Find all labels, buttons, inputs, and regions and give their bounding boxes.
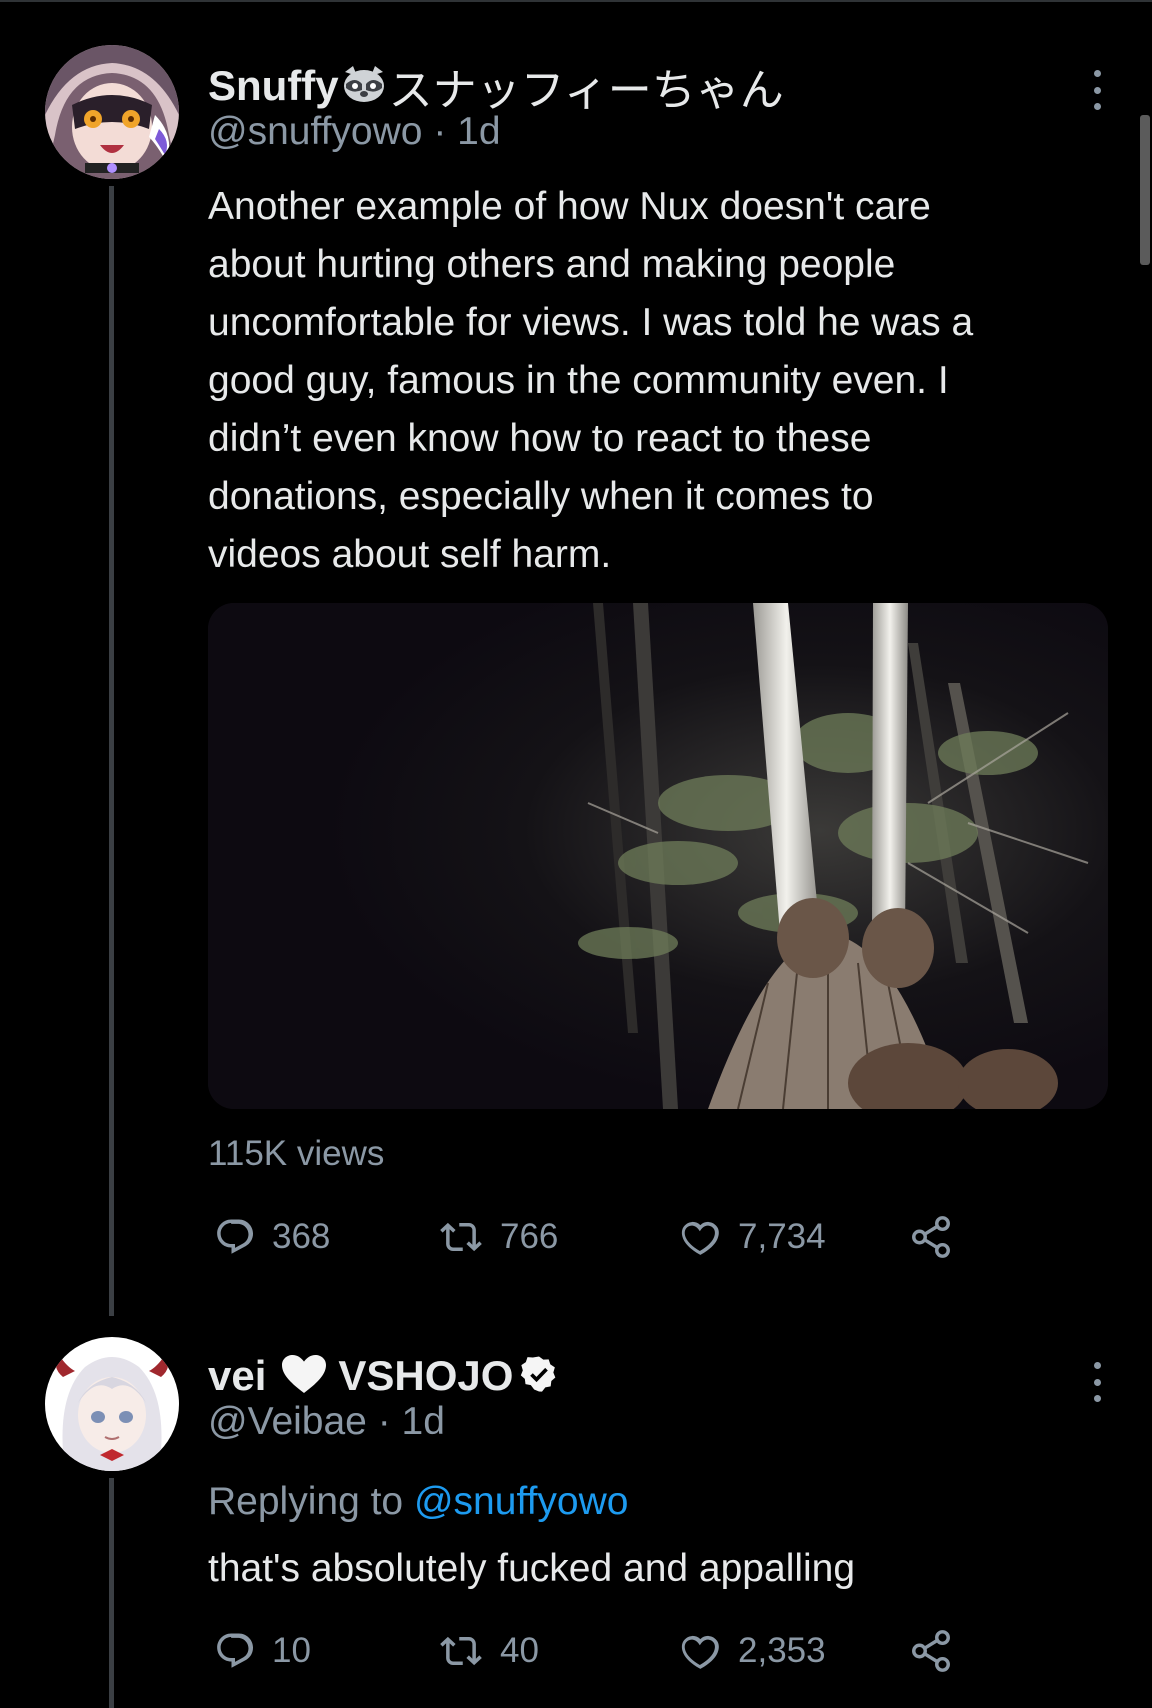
view-count: 115K views <box>208 1134 385 1173</box>
more-icon[interactable] <box>1085 70 1109 110</box>
reply-count: 368 <box>272 1217 331 1256</box>
like-icon <box>681 1221 719 1255</box>
retweet-button[interactable]: 40 <box>438 1626 539 1676</box>
retweet-count: 766 <box>500 1217 559 1256</box>
avatar[interactable] <box>45 45 179 179</box>
video-thumbnail <box>208 603 1108 1109</box>
share-button[interactable] <box>908 1212 954 1262</box>
share-button[interactable] <box>908 1626 954 1676</box>
reply-icon <box>217 1219 254 1254</box>
display-name[interactable]: Snuffy <box>208 62 339 110</box>
tweet-text-line: Another example of how Nux doesn't care <box>208 185 931 228</box>
handle-timestamp[interactable]: @Veibae · 1d <box>208 1400 559 1444</box>
tweet-actions: 368 766 7,734 <box>208 1212 968 1262</box>
video-player[interactable] <box>208 603 1108 1109</box>
tweet-text: that's absolutely fucked and appalling <box>208 1540 1108 1598</box>
like-count: 7,734 <box>738 1217 826 1256</box>
verified-badge-icon <box>519 1354 559 1399</box>
retweet-count: 40 <box>500 1631 539 1670</box>
tweet-text-line: that's absolutely fucked and appalling <box>208 1547 856 1590</box>
display-name-org[interactable]: VSHOJO <box>338 1352 513 1400</box>
tweet-actions[interactable]: 10 40 2,353 <box>208 1626 968 1676</box>
avatar-image <box>45 45 179 179</box>
like-count: 2,353 <box>738 1631 826 1670</box>
tweet-text-line: uncomfortable for views. I was told he w… <box>208 301 974 344</box>
display-name-japanese[interactable]: スナッフィーちゃん <box>389 54 784 118</box>
reply-button[interactable]: 10 <box>214 1626 311 1676</box>
tweet-text-line: about hurting others and making people <box>208 243 896 286</box>
share-icon <box>912 1216 950 1258</box>
tweet-text-line: good guy, famous in the community even. … <box>208 359 949 402</box>
like-button[interactable]: 7,734 <box>678 1212 826 1262</box>
tweet-header: vei VSHOJO @Veibae · 1d <box>208 1352 559 1444</box>
avatar[interactable] <box>45 1337 179 1471</box>
replying-to: Replying to @snuffyowo <box>208 1480 628 1524</box>
reply-icon <box>217 1633 254 1668</box>
white-heart-icon <box>280 1353 328 1400</box>
scrollbar[interactable] <box>1140 115 1150 265</box>
thread-line <box>109 1478 114 1708</box>
tweet-text-line: didn’t even know how to react to these <box>208 417 872 460</box>
like-button[interactable]: 2,353 <box>678 1626 826 1676</box>
author-name-row[interactable]: vei VSHOJO <box>208 1352 559 1400</box>
raccoon-icon <box>341 64 387 109</box>
replying-to-mention[interactable]: @snuffyowo <box>414 1480 628 1523</box>
retweet-button[interactable]: 766 <box>438 1212 558 1262</box>
share-icon <box>912 1630 950 1672</box>
author-name-row[interactable]: Snuffy スナッフィーちゃん <box>208 62 784 115</box>
like-icon <box>681 1635 719 1669</box>
top-divider <box>0 0 1152 2</box>
avatar-image <box>45 1337 179 1471</box>
reply-count: 10 <box>272 1631 311 1670</box>
retweet-icon <box>440 1222 482 1252</box>
tweet-text-line: donations, especially when it comes to <box>208 475 874 518</box>
tweet-text-line: videos about self harm. <box>208 533 612 576</box>
thread-line <box>109 186 114 1316</box>
reply-button[interactable]: 368 <box>214 1212 330 1262</box>
tweet-text: Another example of how Nux doesn't care … <box>208 178 1108 584</box>
tweet-header: Snuffy スナッフィーちゃん @snuffyowo · 1d <box>208 62 784 154</box>
display-name[interactable]: vei <box>208 1352 266 1400</box>
more-icon[interactable] <box>1085 1362 1109 1402</box>
retweet-icon <box>440 1636 482 1666</box>
replying-to-label: Replying to <box>208 1480 404 1523</box>
